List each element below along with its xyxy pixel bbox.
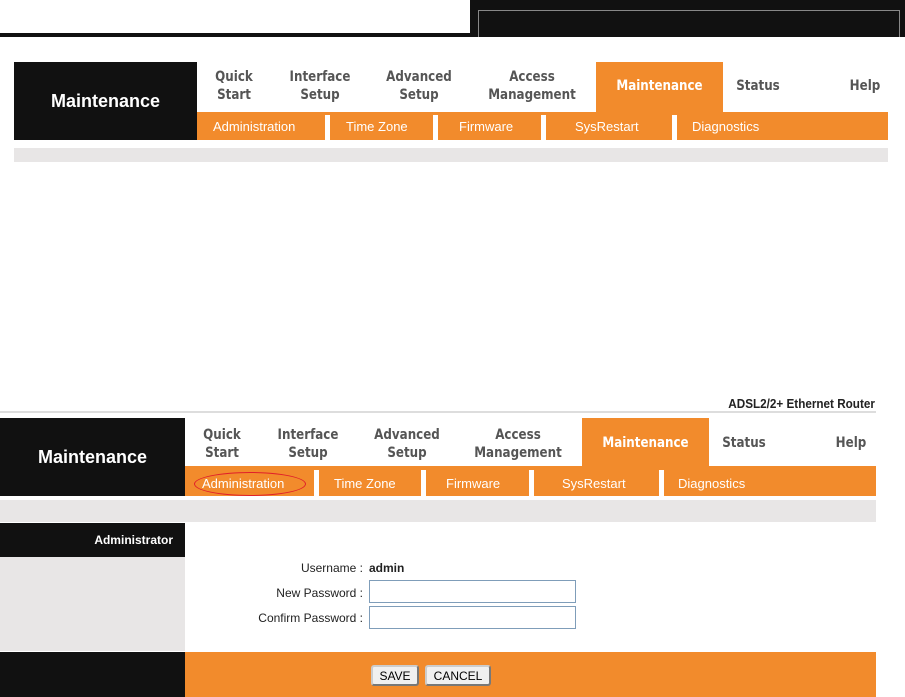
subtab-diagnostics[interactable]: Diagnostics: [678, 476, 745, 492]
tab-maintenance[interactable]: Maintenance: [592, 434, 700, 452]
confirm-password-input[interactable]: [369, 606, 576, 629]
save-button[interactable]: SAVE: [371, 665, 419, 686]
footer-left: [0, 652, 185, 697]
tab-quick-start[interactable]: Quick Start: [197, 426, 248, 462]
brand-title: ADSL2/2+ Ethernet Router: [728, 396, 875, 411]
subtab-time-zone[interactable]: Time Zone: [334, 476, 396, 492]
tab-help[interactable]: Help: [830, 434, 873, 452]
new-password-label: New Password :: [276, 586, 363, 600]
username-value: admin: [369, 561, 405, 575]
cancel-button[interactable]: CANCEL: [425, 665, 491, 686]
subtab-administration[interactable]: Administration: [213, 119, 295, 135]
tab-interface-setup[interactable]: Interface Setup: [286, 68, 354, 104]
confirm-password-label: Confirm Password :: [258, 611, 363, 625]
tab-status[interactable]: Status: [733, 77, 784, 95]
tab-access-management[interactable]: Access Management: [485, 68, 579, 104]
subtab-sysrestart[interactable]: SysRestart: [562, 476, 626, 492]
subtab-firmware[interactable]: Firmware: [459, 119, 513, 135]
subtab-sysrestart[interactable]: SysRestart: [575, 119, 639, 135]
tab-advanced-setup[interactable]: Advanced Setup: [369, 426, 446, 462]
subtab-diagnostics[interactable]: Diagnostics: [692, 119, 759, 135]
username-label: Username :: [300, 561, 363, 575]
left-column: [0, 557, 185, 651]
subtab-firmware[interactable]: Firmware: [446, 476, 500, 492]
new-password-input[interactable]: [369, 580, 576, 603]
section-title: Maintenance: [14, 62, 197, 140]
tab-quick-start[interactable]: Quick Start: [209, 68, 260, 104]
section-title: Maintenance: [0, 418, 185, 496]
top-black-block: [470, 0, 905, 37]
grey-bar: [0, 500, 876, 522]
footer-bar: [185, 652, 876, 697]
top-divider: [0, 33, 470, 37]
subtab-time-zone[interactable]: Time Zone: [346, 119, 408, 135]
tab-status[interactable]: Status: [719, 434, 770, 452]
section-label-administrator: Administrator: [0, 523, 185, 557]
highlight-ellipse: [194, 472, 306, 496]
tab-access-management[interactable]: Access Management: [471, 426, 565, 462]
tab-maintenance[interactable]: Maintenance: [606, 77, 714, 95]
grey-bar: [14, 148, 888, 162]
tab-help[interactable]: Help: [844, 77, 887, 95]
tab-advanced-setup[interactable]: Advanced Setup: [381, 68, 458, 104]
tab-interface-setup[interactable]: Interface Setup: [274, 426, 342, 462]
brand-divider: [0, 411, 876, 413]
